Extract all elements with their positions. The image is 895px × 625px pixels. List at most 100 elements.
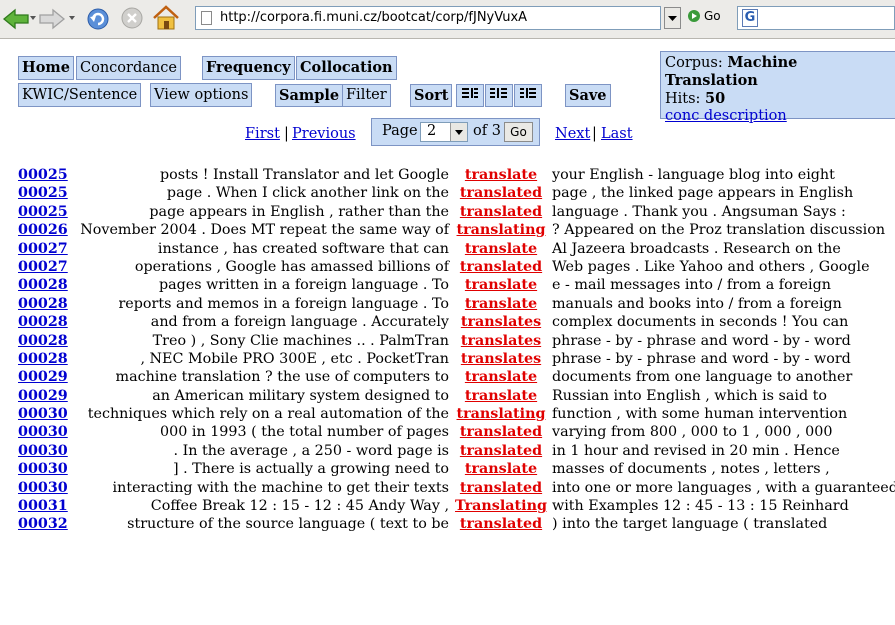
- home-button[interactable]: Home: [18, 56, 74, 80]
- keyword-link[interactable]: translate: [450, 387, 552, 405]
- page-select-value: 2: [427, 123, 437, 139]
- keyword-link[interactable]: translates: [450, 350, 552, 368]
- line-id-link[interactable]: 00030: [18, 423, 68, 441]
- concordance-row: 00032 structure of the source language ( …: [0, 515, 895, 533]
- sort-left-icon: [462, 88, 478, 98]
- right-context: Al Jazeera broadcasts . Research on the: [552, 240, 841, 257]
- right-context: phrase - by - phrase and word - by - wor…: [552, 332, 851, 349]
- keyword-link[interactable]: translate: [450, 368, 552, 386]
- line-id-link[interactable]: 00032: [18, 515, 68, 533]
- go-button[interactable]: Go: [688, 9, 721, 23]
- line-id-link[interactable]: 00031: [18, 497, 68, 515]
- line-id-link[interactable]: 00028: [18, 350, 68, 368]
- concordance-table: 00025 posts ! Install Translator and let …: [0, 166, 895, 534]
- sort-button[interactable]: Sort: [410, 84, 453, 107]
- right-context: with Examples 12 : 45 - 13 : 15 Reinhard: [552, 498, 849, 515]
- keyword-link[interactable]: translated: [450, 184, 552, 202]
- line-id-link[interactable]: 00027: [18, 258, 68, 276]
- separator: |: [284, 126, 289, 142]
- reload-icon[interactable]: [85, 6, 111, 36]
- line-id-link[interactable]: 00029: [18, 368, 68, 386]
- url-text[interactable]: http://corpora.fi.muni.cz/bootcat/corp/f…: [220, 10, 638, 25]
- line-id-link[interactable]: 00025: [18, 203, 68, 221]
- forward-history-dropdown-icon[interactable]: [69, 16, 75, 20]
- right-context: masses of documents , notes , letters ,: [552, 461, 830, 478]
- concordance-button[interactable]: Concordance: [76, 56, 181, 80]
- line-id-link[interactable]: 00026: [18, 221, 68, 239]
- line-id-link[interactable]: 00030: [18, 479, 68, 497]
- keyword-link[interactable]: translate: [450, 295, 552, 313]
- hits-count: 50: [705, 90, 726, 107]
- keyword-link[interactable]: translates: [450, 313, 552, 331]
- line-id-link[interactable]: 00028: [18, 332, 68, 350]
- line-id-link[interactable]: 00029: [18, 387, 68, 405]
- right-context: function , with some human intervention: [552, 406, 848, 423]
- line-id-link[interactable]: 00025: [18, 184, 68, 202]
- sort-node-button[interactable]: [485, 84, 513, 107]
- sample-button[interactable]: Sample: [275, 84, 344, 107]
- address-bar[interactable]: http://corpora.fi.muni.cz/bootcat/corp/f…: [195, 6, 661, 30]
- keyword-link[interactable]: translate: [450, 166, 552, 184]
- concordance-row: 00025 posts ! Install Translator and let …: [0, 166, 895, 184]
- next-page-link[interactable]: Next: [555, 126, 590, 142]
- home-icon[interactable]: [151, 4, 181, 36]
- last-page-link[interactable]: Last: [601, 126, 633, 142]
- keyword-link[interactable]: translated: [450, 258, 552, 276]
- keyword-link[interactable]: translated: [450, 479, 552, 497]
- sort-right-context-button[interactable]: [514, 84, 542, 107]
- filter-button[interactable]: Filter: [342, 84, 391, 107]
- collocation-button[interactable]: Collocation: [296, 56, 397, 80]
- keyword-link[interactable]: translate: [450, 240, 552, 258]
- line-id-link[interactable]: 00028: [18, 276, 68, 294]
- right-context: language . Thank you . Angsuman Says :: [552, 203, 846, 220]
- keyword-link[interactable]: Translating: [450, 497, 552, 515]
- go-label: Go: [704, 9, 721, 23]
- keyword-link[interactable]: translate: [450, 276, 552, 294]
- right-context: your English - language blog into eight: [552, 167, 835, 183]
- concordance-row: 00028 Treo ) , Sony Clie machines .. . Pa…: [0, 332, 895, 350]
- line-id-link[interactable]: 00027: [18, 240, 68, 258]
- line-id-link[interactable]: 00030: [18, 460, 68, 478]
- hits-label: Hits:: [665, 91, 701, 107]
- left-context: an American military system designed to: [152, 387, 449, 404]
- line-id-link[interactable]: 00030: [18, 405, 68, 423]
- search-field[interactable]: G: [737, 6, 895, 30]
- concordance-row: 00030 ] . There is actually a growing nee…: [0, 460, 895, 478]
- keyword-link[interactable]: translated: [450, 423, 552, 441]
- concordance-row: 00029 machine translation ? the use of co…: [0, 368, 895, 386]
- corpus-info-panel: Corpus: Machine Translation Hits: 50 con…: [660, 51, 895, 124]
- first-page-link[interactable]: First: [245, 126, 280, 142]
- keyword-link[interactable]: translates: [450, 332, 552, 350]
- line-id-link[interactable]: 00028: [18, 313, 68, 331]
- stop-icon[interactable]: [120, 6, 144, 34]
- kwic-sentence-button[interactable]: KWIC/Sentence: [18, 83, 142, 107]
- sort-right-icon: [520, 88, 536, 98]
- keyword-link[interactable]: translated: [450, 203, 552, 221]
- left-context: ] . There is actually a growing need to: [172, 461, 449, 478]
- previous-page-link[interactable]: Previous: [292, 126, 356, 142]
- keyword-link[interactable]: translated: [450, 442, 552, 460]
- line-id-link[interactable]: 00028: [18, 295, 68, 313]
- view-options-button[interactable]: View options: [150, 83, 253, 107]
- page-icon: [201, 11, 212, 25]
- right-context: manuals and books into / from a foreign: [552, 295, 842, 312]
- back-arrow-icon[interactable]: [2, 8, 30, 34]
- concordance-row: 00031 Coffee Break 12 : 15 - 12 : 45 Andy…: [0, 497, 895, 515]
- line-id-link[interactable]: 00025: [18, 166, 68, 184]
- save-button[interactable]: Save: [565, 84, 611, 107]
- concordance-row: 00027 instance , has created software tha…: [0, 240, 895, 258]
- page-select[interactable]: 2: [420, 122, 468, 142]
- right-context: page , the linked page appears in Englis…: [552, 185, 854, 202]
- concordance-row: 00025 page appears in English , rather th…: [0, 203, 895, 221]
- keyword-link[interactable]: translating: [450, 221, 552, 239]
- keyword-link[interactable]: translate: [450, 460, 552, 478]
- frequency-button[interactable]: Frequency: [202, 56, 295, 80]
- line-id-link[interactable]: 00030: [18, 442, 68, 460]
- forward-arrow-icon[interactable]: [38, 8, 66, 34]
- sort-left-context-button[interactable]: [456, 84, 484, 107]
- back-history-dropdown-icon[interactable]: [30, 16, 36, 20]
- url-history-dropdown[interactable]: [664, 7, 681, 29]
- keyword-link[interactable]: translated: [450, 515, 552, 533]
- keyword-link[interactable]: translating: [450, 405, 552, 423]
- page-go-button[interactable]: Go: [504, 122, 533, 142]
